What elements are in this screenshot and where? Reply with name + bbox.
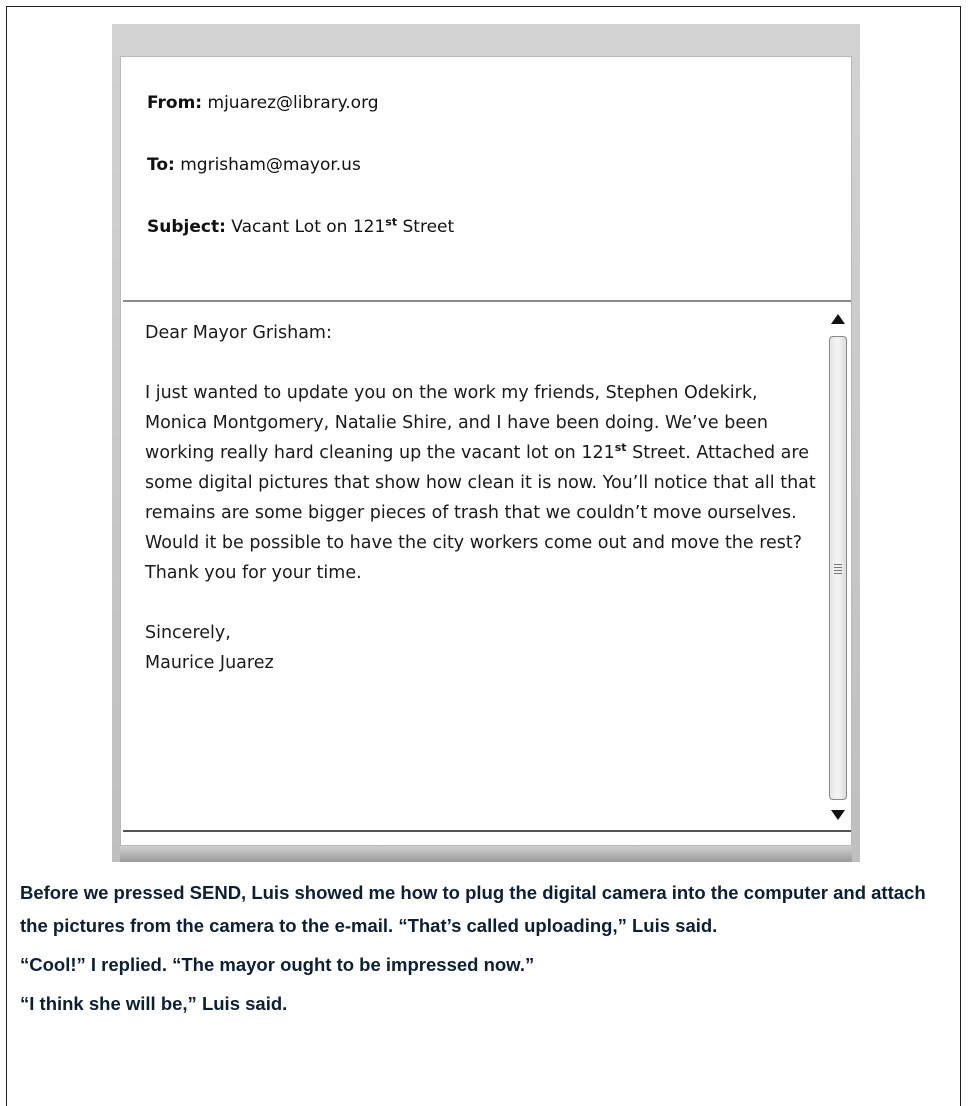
scroll-thumb[interactable] bbox=[829, 336, 847, 800]
window-bottom-bar bbox=[120, 846, 852, 862]
vertical-scrollbar[interactable] bbox=[827, 308, 849, 826]
to-value: mgrisham@mayor.us bbox=[180, 155, 361, 175]
to-field: To: mgrisham@mayor.us bbox=[147, 155, 361, 175]
email-message: From: mjuarez@library.org To: mgrisham@m… bbox=[120, 56, 852, 846]
closing: Sincerely, bbox=[145, 623, 231, 643]
to-label: To: bbox=[147, 155, 175, 175]
scroll-up-button[interactable] bbox=[827, 308, 849, 330]
signature-block: Sincerely, Maurice Juarez bbox=[145, 618, 817, 678]
scroll-grip-icon bbox=[834, 564, 842, 576]
story-text: Before we pressed SEND, Luis showed me h… bbox=[20, 876, 950, 1026]
from-value: mjuarez@library.org bbox=[207, 93, 379, 113]
email-window: From: mjuarez@library.org To: mgrisham@m… bbox=[112, 24, 860, 862]
message-body-pane[interactable]: Dear Mayor Grisham: I just wanted to upd… bbox=[123, 302, 851, 832]
from-label: From: bbox=[147, 93, 203, 113]
from-field: From: mjuarez@library.org bbox=[147, 93, 379, 113]
subject-label: Subject: bbox=[147, 217, 226, 237]
narrative-paragraph: “I think she will be,” Luis said. bbox=[20, 993, 288, 1014]
message-body[interactable]: Dear Mayor Grisham: I just wanted to upd… bbox=[145, 318, 817, 678]
narrative-paragraph: “Cool!” I replied. “The mayor ought to b… bbox=[20, 954, 535, 975]
greeting: Dear Mayor Grisham: bbox=[145, 323, 332, 343]
narrative-paragraph: Before we pressed SEND, Luis showed me h… bbox=[20, 882, 926, 936]
triangle-down-icon bbox=[831, 810, 845, 820]
body-paragraph: I just wanted to update you on the work … bbox=[145, 383, 816, 583]
scroll-down-button[interactable] bbox=[827, 804, 849, 826]
subject-value: Vacant Lot on 121st Street bbox=[231, 215, 455, 237]
signature: Maurice Juarez bbox=[145, 653, 274, 673]
triangle-up-icon bbox=[831, 314, 845, 324]
subject-field: Subject: Vacant Lot on 121st Street bbox=[147, 215, 455, 237]
